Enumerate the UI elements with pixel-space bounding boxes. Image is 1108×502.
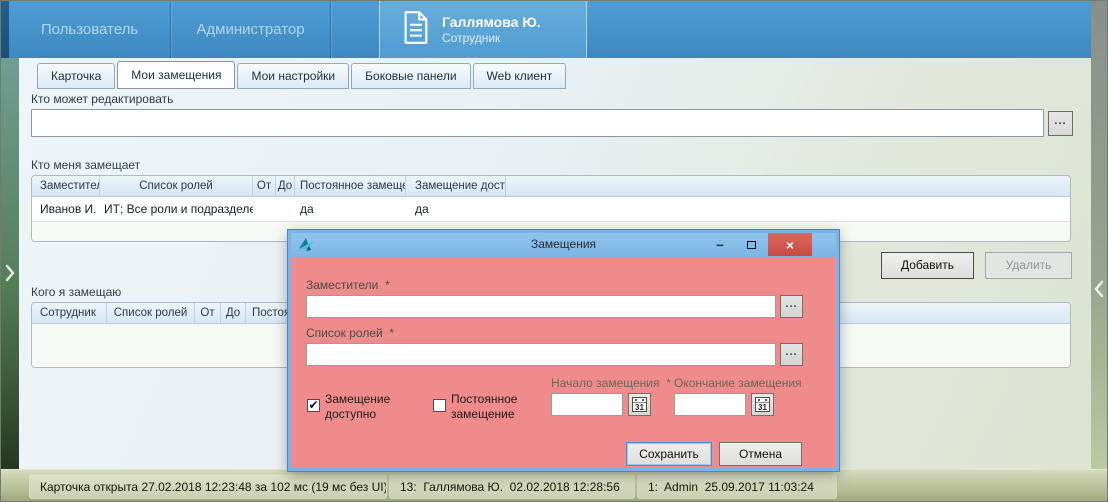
start-date-calendar-button[interactable]: 31 <box>628 393 651 416</box>
substitutes-label: Кто меня замещает <box>31 158 140 172</box>
tab-card[interactable]: Карточка <box>37 63 115 89</box>
app-window: Пользователь Администратор Галлямова Ю. … <box>0 0 1108 502</box>
tab-web-client-label: Web клиент <box>487 69 553 83</box>
start-label-text: Начало замещения <box>551 376 660 390</box>
tab-side-panels-label: Боковые панели <box>365 69 456 83</box>
user-name: Галлямова Ю. <box>442 14 541 31</box>
available-checkbox-label[interactable]: Замещение доступно <box>325 392 403 422</box>
window-edge-left <box>1 1 9 58</box>
cell-to <box>276 197 295 221</box>
deputies-input[interactable] <box>306 295 776 318</box>
calendar-icon: 31 <box>755 397 770 412</box>
maximize-button[interactable] <box>737 233 765 256</box>
cell-from <box>253 197 276 221</box>
permanent-checkbox-label[interactable]: Постоянное замещение <box>451 392 539 422</box>
top-tab-current-user[interactable]: Галлямова Ю. Сотрудник <box>379 1 587 58</box>
left-panel-collapsed[interactable] <box>1 58 19 469</box>
tab-my-settings[interactable]: Мои настройки <box>237 63 349 89</box>
roles-field-label: Список ролей * <box>306 326 394 340</box>
top-tab-user-label: Пользователь <box>41 21 138 38</box>
top-tab-admin[interactable]: Администратор <box>171 1 331 58</box>
deputies-field-label: Заместители * <box>306 278 390 292</box>
status-session-user: 13: Галлямова Ю. 02.02.2018 12:28:56 <box>389 474 635 499</box>
roles-label-text: Список ролей <box>306 326 383 340</box>
top-tab-user[interactable]: Пользователь <box>9 1 171 58</box>
statusbar: Карточка открыта 27.02.2018 12:23:48 за … <box>1 469 1108 502</box>
top-tab-admin-label: Администратор <box>196 21 304 38</box>
required-mark: * <box>385 278 390 292</box>
tab-my-substitutions-label: Мои замещения <box>131 68 221 82</box>
substituting-label: Кого я замещаю <box>31 285 121 299</box>
roles-browse-button[interactable]: ... <box>780 343 803 366</box>
start-date-label: Начало замещения * <box>551 376 671 390</box>
column-header[interactable]: От <box>195 303 221 323</box>
deputies-label-text: Заместители <box>306 278 378 292</box>
required-mark: * <box>389 326 394 340</box>
status-card-info: Карточка открыта 27.02.2018 12:23:48 за … <box>29 474 387 499</box>
column-header[interactable]: От <box>253 176 276 196</box>
maximize-icon <box>747 241 756 249</box>
end-date-input[interactable] <box>674 393 746 416</box>
substitution-dialog: Замещения – × Заместители * ... Список р… <box>288 230 839 471</box>
add-button[interactable]: Добавить <box>881 252 974 279</box>
column-header[interactable]: Сотрудник <box>32 303 107 323</box>
right-panel-collapsed[interactable] <box>1091 1 1107 502</box>
end-date-label: Окончание замещения <box>674 376 802 390</box>
save-button[interactable]: Сохранить <box>626 442 712 466</box>
column-header-spacer <box>506 176 1070 196</box>
calendar-day: 31 <box>633 403 646 412</box>
settings-tabs: Карточка Мои замещения Мои настройки Бок… <box>37 61 568 89</box>
tab-side-panels[interactable]: Боковые панели <box>351 63 470 89</box>
cancel-button[interactable]: Отмена <box>719 442 802 466</box>
tab-web-client[interactable]: Web клиент <box>473 63 567 89</box>
end-date-calendar-button[interactable]: 31 <box>751 393 774 416</box>
table-row[interactable]: Иванов И. ИТ; Все роли и подразделения д… <box>32 197 1070 222</box>
cell-permanent: да <box>295 197 406 221</box>
checkmark-icon: ✔ <box>308 398 318 412</box>
cell-deputy: Иванов И. <box>32 197 100 221</box>
status-session-admin: 1: Admin 25.09.2017 11:03:24 <box>637 474 837 499</box>
substitutes-table-header: Заместители Список ролей От До Постоянно… <box>32 176 1070 197</box>
editors-browse-button[interactable]: ... <box>1048 111 1073 136</box>
calendar-icon: 31 <box>632 397 647 412</box>
expand-left-chevron-icon <box>1093 279 1105 299</box>
editors-label: Кто может редактировать <box>31 92 173 106</box>
tab-card-label: Карточка <box>51 69 101 83</box>
document-icon <box>402 10 429 50</box>
column-header[interactable]: Постоянное замещение <box>295 176 406 196</box>
column-header[interactable]: Заместители <box>32 176 100 196</box>
column-header[interactable]: До <box>276 176 295 196</box>
column-header[interactable]: До <box>221 303 246 323</box>
column-header[interactable]: Замещение доступно <box>406 176 506 196</box>
editors-input[interactable] <box>31 109 1044 137</box>
available-checkbox[interactable]: ✔ <box>307 399 320 412</box>
required-mark: * <box>666 376 671 390</box>
topbar: Пользователь Администратор Галлямова Ю. … <box>1 1 1108 58</box>
minimize-icon: – <box>716 237 723 252</box>
user-role: Сотрудник <box>442 31 541 46</box>
cell-spacer <box>506 197 1070 221</box>
roles-input[interactable] <box>306 343 776 366</box>
column-header[interactable]: Список ролей <box>100 176 253 196</box>
close-icon: × <box>786 237 794 253</box>
column-header[interactable]: Список ролей <box>107 303 195 323</box>
minimize-button[interactable]: – <box>705 233 735 256</box>
calendar-day: 31 <box>756 403 769 412</box>
close-button[interactable]: × <box>768 233 812 256</box>
cell-available: да <box>406 197 506 221</box>
start-date-input[interactable] <box>551 393 623 416</box>
permanent-checkbox[interactable] <box>433 399 446 412</box>
delete-button[interactable]: Удалить <box>985 252 1072 279</box>
tab-my-settings-label: Мои настройки <box>251 69 335 83</box>
tab-my-substitutions[interactable]: Мои замещения <box>117 61 235 89</box>
expand-right-chevron-icon <box>4 263 16 283</box>
cell-roles: ИТ; Все роли и подразделения <box>100 197 253 221</box>
deputies-browse-button[interactable]: ... <box>780 295 803 318</box>
dialog-titlebar[interactable]: Замещения – × <box>291 233 836 257</box>
